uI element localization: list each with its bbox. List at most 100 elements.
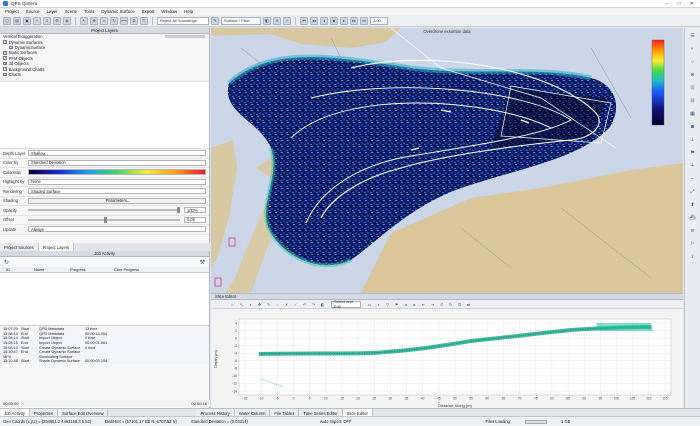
play-icon[interactable]: ▸ xyxy=(340,16,348,25)
flag-icon[interactable]: ⚐ xyxy=(689,240,697,248)
step-back-icon[interactable]: ⏮ xyxy=(300,16,308,25)
filter-icon[interactable]: ▽ xyxy=(384,301,391,308)
bathymetry-map[interactable] xyxy=(211,28,683,293)
surface-dropdown[interactable]: Surface / Filter xyxy=(221,16,261,25)
menu-layer[interactable]: Layer xyxy=(47,9,58,14)
shading-parameters-button[interactable]: Parameters... xyxy=(28,197,206,204)
step-left-icon[interactable]: ⇤ xyxy=(420,301,427,308)
rotate-left-icon[interactable]: ↺ xyxy=(438,301,445,308)
vertical-exaggeration-slider[interactable] xyxy=(165,35,205,39)
marker-icon[interactable]: ⚑ xyxy=(689,149,697,157)
layer-checkbox[interactable]: ✓ xyxy=(3,72,7,77)
zoom-icon[interactable]: ⌕ xyxy=(247,301,254,308)
tab-project-sources[interactable]: Project Sources xyxy=(0,243,39,251)
menu-dynamic-surface[interactable]: Dynamic Surface xyxy=(101,9,134,14)
menu-export[interactable]: Export xyxy=(142,9,155,14)
north-icon[interactable]: ⬆ xyxy=(689,201,697,209)
reject-icon[interactable]: ✕ xyxy=(273,16,281,25)
rotate-right-icon[interactable]: ↻ xyxy=(447,301,454,308)
step-forward-icon[interactable]: ⏭ xyxy=(360,16,368,25)
view-top-icon[interactable]: ⊡ xyxy=(689,84,697,92)
swap-icon[interactable]: ⇄ xyxy=(465,301,472,308)
offset-slider[interactable] xyxy=(28,216,180,223)
layer-checkbox[interactable]: ✓ xyxy=(3,51,7,55)
maximize-button[interactable]: □ xyxy=(678,1,681,7)
import-icon[interactable]: ↧ xyxy=(43,16,51,25)
layer-checkbox[interactable]: ✓ xyxy=(3,40,7,44)
menu-window[interactable]: Window xyxy=(161,9,177,14)
update-select[interactable]: Always xyxy=(28,226,206,233)
light-icon[interactable]: ☼ xyxy=(689,58,697,66)
reject-icon[interactable]: ✕ xyxy=(283,301,290,308)
offset-value[interactable]: 0.00 xyxy=(184,216,206,223)
layers-icon[interactable]: ☰ xyxy=(689,32,697,40)
select-icon[interactable]: ↖ xyxy=(238,301,245,308)
refresh-icon[interactable]: ↻ xyxy=(4,259,9,266)
zoom-icon[interactable]: ⌕ xyxy=(100,16,108,25)
move-right-icon[interactable]: ▸ xyxy=(411,301,418,308)
close-button[interactable]: ✕ xyxy=(690,1,694,7)
layer-checkbox[interactable]: ✓ xyxy=(3,56,7,61)
select-mode-dropdown[interactable]: Select and Edit xyxy=(331,299,361,309)
depth-layer-select[interactable]: Shallow xyxy=(28,150,206,157)
redo-icon[interactable]: ↷ xyxy=(310,301,317,308)
menu-project[interactable]: Project xyxy=(5,9,19,14)
reject-dropdown[interactable]: Reject All Soundings xyxy=(157,16,209,25)
soundings-cluster[interactable] xyxy=(596,323,653,331)
export-icon[interactable]: ⇪ xyxy=(689,253,697,261)
slice-profile-plot[interactable]: 420-2-4-6-8-10-12-14 -15 -10 -5 0 5 10 15 20 25 3… xyxy=(211,313,683,409)
menu-source[interactable]: Source xyxy=(26,9,40,14)
save-icon[interactable]: ▣ xyxy=(23,16,31,25)
tide-icon[interactable]: ≋ xyxy=(689,227,697,235)
new-project-icon[interactable]: ▢ xyxy=(3,16,11,25)
grid-icon[interactable]: ▦ xyxy=(689,110,697,118)
view-side-icon[interactable]: ⊟ xyxy=(689,97,697,105)
opacity-slider[interactable] xyxy=(28,207,180,214)
zoom-in-icon[interactable]: + xyxy=(689,162,697,170)
pencil-icon[interactable]: ✎ xyxy=(265,301,272,308)
filter-icon[interactable]: ▽ xyxy=(140,16,148,25)
pan-icon[interactable]: ✥ xyxy=(90,16,98,25)
fit-icon[interactable]: ⤢ xyxy=(689,188,697,196)
menu-scene[interactable]: Scene xyxy=(65,9,77,14)
color-by-select[interactable]: Standard Deviation xyxy=(28,159,206,166)
zoom-field[interactable]: 2.00 xyxy=(370,16,388,25)
layer-tree-item[interactable]: ✓ Charts xyxy=(0,72,209,77)
stop-icon[interactable]: ■ xyxy=(330,16,338,25)
rewind-icon[interactable]: ◂◂ xyxy=(310,16,318,25)
accept-icon[interactable]: ✓ xyxy=(283,16,291,25)
add-source-icon[interactable]: + xyxy=(33,16,41,25)
open-project-icon[interactable]: ▤ xyxy=(13,16,21,25)
measure-icon[interactable]: ⟷ xyxy=(120,16,128,25)
edit-icon[interactable]: ✎ xyxy=(211,16,219,25)
colormap-select[interactable] xyxy=(28,169,206,176)
highlight-by-select[interactable]: None xyxy=(28,178,206,185)
ship-icon[interactable]: ⛴ xyxy=(689,214,697,222)
accept-icon[interactable]: ✓ xyxy=(292,301,299,308)
opacity-value[interactable]: 100% xyxy=(184,207,206,214)
camera-icon[interactable]: ◙ xyxy=(689,123,697,131)
layer-checkbox[interactable]: ✓ xyxy=(3,67,7,71)
minimize-button[interactable]: – xyxy=(666,1,669,7)
compass-icon[interactable]: ⊕ xyxy=(689,71,697,79)
menu-tools[interactable]: Tools xyxy=(84,9,94,14)
settings-icon[interactable]: ⚒ xyxy=(200,259,205,266)
slice-icon[interactable]: ⧄ xyxy=(130,16,138,25)
step-right-icon[interactable]: ⇥ xyxy=(429,301,436,308)
zoom-out-icon[interactable]: − xyxy=(689,175,697,183)
tag-icon[interactable]: ◧ xyxy=(319,301,326,308)
menu-help[interactable]: Help xyxy=(184,9,193,14)
fast-forward-icon[interactable]: ▸▸ xyxy=(350,16,358,25)
ruler-icon[interactable]: ⊥ xyxy=(689,136,697,144)
undo-icon[interactable]: ↶ xyxy=(301,301,308,308)
rotate-icon[interactable]: ↻ xyxy=(110,16,118,25)
flag-icon[interactable]: ⚑ xyxy=(393,301,400,308)
surface-icon[interactable]: ◈ xyxy=(63,16,71,25)
scene-view[interactable]: Overdrone exsortion data xyxy=(211,28,683,293)
lock-icon[interactable]: ⊡ xyxy=(456,301,463,308)
layer-checkbox[interactable]: ✓ xyxy=(9,45,13,50)
pan-icon[interactable]: ✥ xyxy=(256,301,263,308)
tag-icon[interactable]: ◧ xyxy=(263,16,271,25)
select-icon[interactable]: ↖ xyxy=(80,16,88,25)
process-icon[interactable]: ⚙ xyxy=(53,16,61,25)
